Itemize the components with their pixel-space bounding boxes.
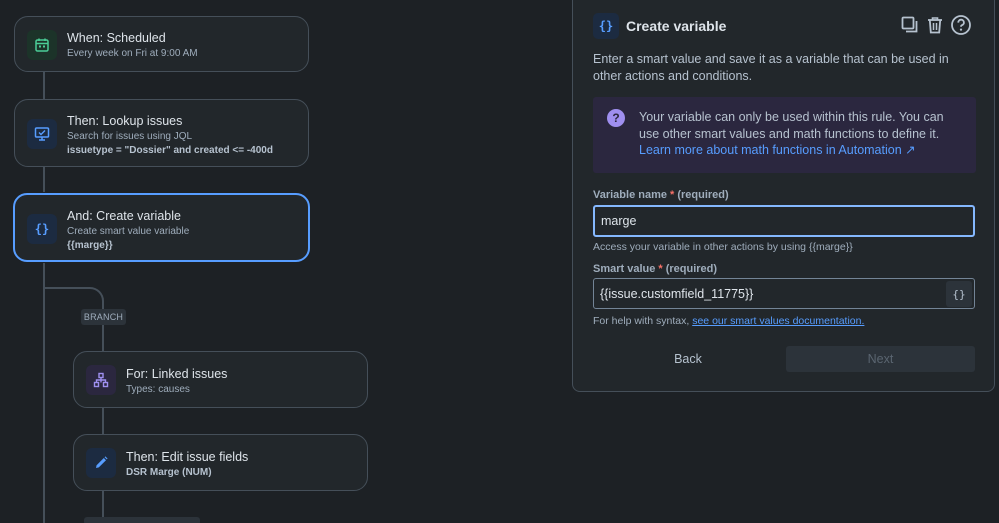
variable-name-label: Variable name * (required) xyxy=(593,189,729,201)
info-banner: ? Your variable can only be used within … xyxy=(593,97,976,173)
hierarchy-icon xyxy=(86,365,116,395)
monitor-search-icon xyxy=(27,119,57,149)
config-panel: {} Create variable Enter a smart value a… xyxy=(572,0,995,392)
pencil-icon xyxy=(86,448,116,478)
help-icon xyxy=(951,15,971,35)
panel-title: Create variable xyxy=(626,18,727,34)
card-subtitle: Types: causes xyxy=(126,384,190,395)
smart-value-help: For help with syntax, see our smart valu… xyxy=(593,315,865,327)
variable-name-help: Access your variable in other actions by… xyxy=(593,241,853,253)
duplicate-button[interactable] xyxy=(898,13,922,37)
flow-card-trigger[interactable]: When: Scheduled Every week on Fri at 9:0… xyxy=(14,16,309,72)
help-button[interactable] xyxy=(949,13,973,37)
card-variable: {{marge}} xyxy=(67,240,113,251)
info-message: Your variable can only be used within th… xyxy=(639,110,944,141)
calendar-icon xyxy=(27,30,57,60)
smart-value-label: Smart value * (required) xyxy=(593,263,718,275)
card-subtitle: Search for issues using JQL xyxy=(67,131,193,142)
flow-connector xyxy=(102,407,104,435)
panel-description: Enter a smart value and save it as a var… xyxy=(593,52,949,83)
card-title: When: Scheduled xyxy=(67,31,166,45)
delete-button[interactable] xyxy=(923,13,947,37)
flow-card-linked-issues[interactable]: For: Linked issues Types: causes xyxy=(73,351,368,408)
math-functions-link[interactable]: Learn more about math functions in Autom… xyxy=(639,143,916,157)
card-title: For: Linked issues xyxy=(126,367,228,381)
back-button[interactable]: Back xyxy=(593,346,783,372)
variable-name-input[interactable]: marge xyxy=(593,205,975,237)
braces-icon: {} xyxy=(593,13,619,39)
card-title: And: Create variable xyxy=(67,209,181,223)
smart-values-docs-link[interactable]: see our smart values documentation. xyxy=(692,315,864,327)
next-button[interactable]: Next xyxy=(786,346,975,372)
smart-value-input[interactable]: {{issue.customfield_11775}} {} xyxy=(593,278,975,309)
card-jql: issuetype = "Dossier" and created <= -40… xyxy=(67,145,273,156)
card-subtitle: Create smart value variable xyxy=(67,226,190,237)
flow-card-lookup-issues[interactable]: Then: Lookup issues Search for issues us… xyxy=(14,99,309,167)
flow-card-edit-issue[interactable]: Then: Edit issue fields DSR Marge (NUM) xyxy=(73,434,368,491)
insert-smart-value-button[interactable]: {} xyxy=(946,281,972,307)
card-title: Then: Lookup issues xyxy=(67,114,183,128)
card-title: Then: Edit issue fields xyxy=(126,450,249,464)
trash-icon xyxy=(928,17,942,34)
flow-connector xyxy=(43,72,45,100)
braces-icon: {} xyxy=(27,214,57,244)
card-field: DSR Marge (NUM) xyxy=(126,467,212,478)
card-subtitle: Every week on Fri at 9:00 AM xyxy=(67,48,198,59)
flow-card-create-variable[interactable]: {} And: Create variable Create smart val… xyxy=(13,193,310,262)
partial-branch-badge xyxy=(84,517,200,523)
duplicate-icon xyxy=(901,16,918,33)
info-text: Your variable can only be used within th… xyxy=(639,109,961,159)
question-icon: ? xyxy=(607,109,625,127)
branch-badge: BRANCH xyxy=(81,309,126,325)
flow-connector xyxy=(43,166,45,194)
